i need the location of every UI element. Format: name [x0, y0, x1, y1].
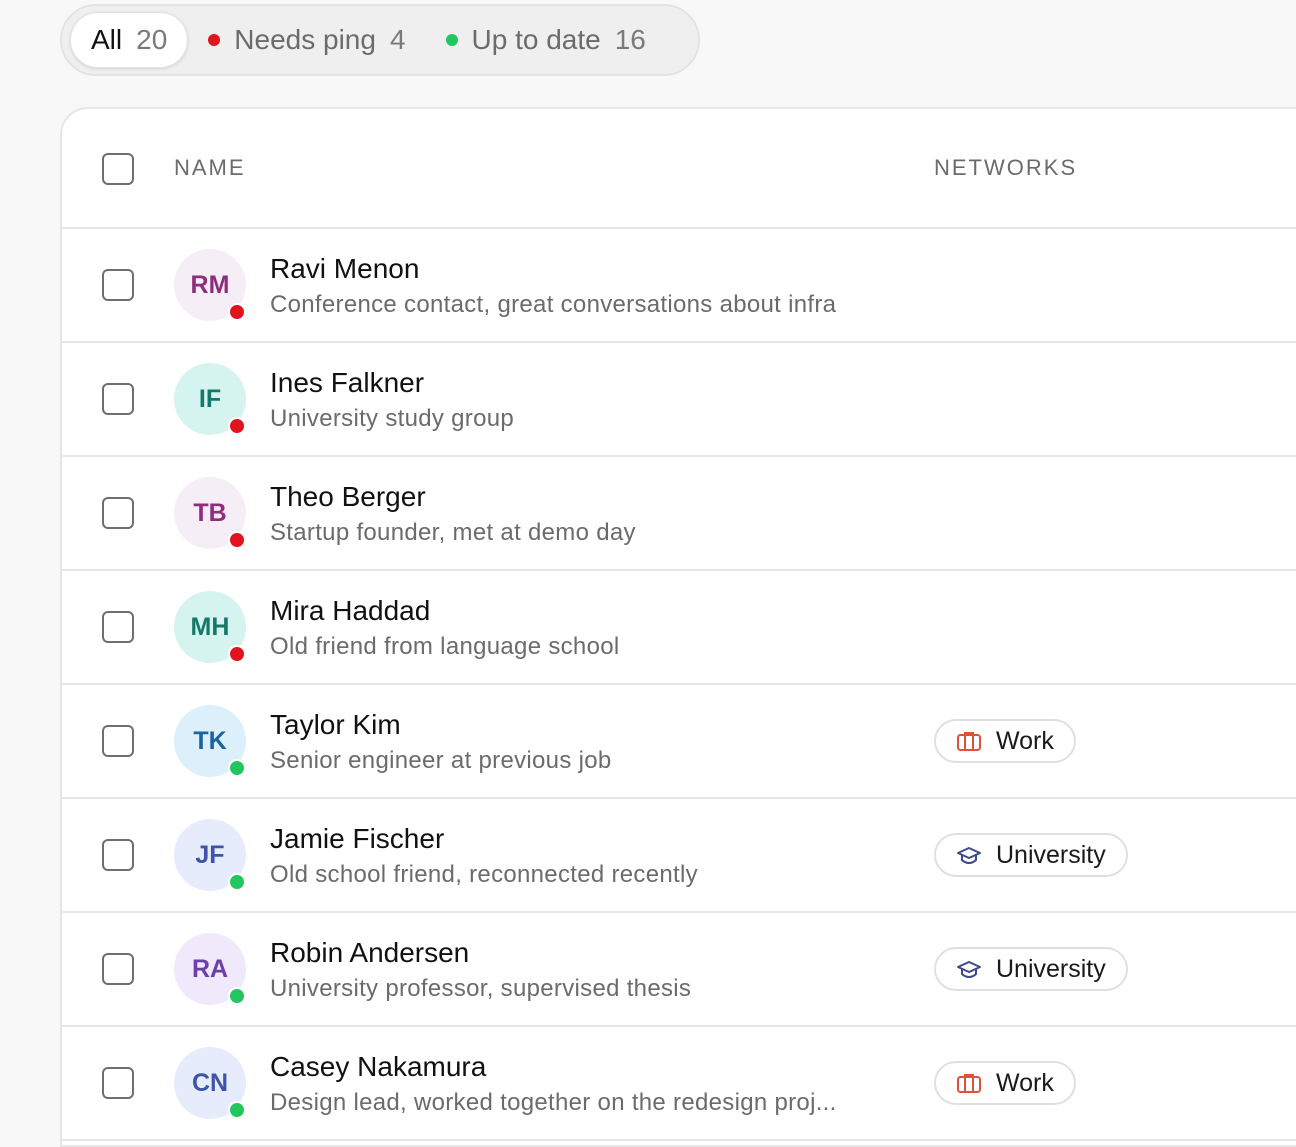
tab-up-to-date[interactable]: Up to date 16 [426, 12, 666, 68]
contact-note: Conference contact, great conversations … [270, 291, 837, 318]
briefcase-icon [956, 730, 996, 752]
table-body: RM Ravi Menon Conference contact, great … [62, 229, 1296, 1141]
contact-name[interactable]: Mira Haddad [270, 595, 430, 627]
row-checkbox[interactable] [102, 839, 134, 871]
contact-note: Old friend from language school [270, 633, 620, 660]
contact-note: Old school friend, reconnected recently [270, 861, 698, 888]
network-label: University [996, 840, 1106, 869]
row-checkbox[interactable] [102, 497, 134, 529]
status-dot-icon [228, 531, 246, 549]
briefcase-icon [956, 1072, 996, 1094]
row-checkbox[interactable] [102, 953, 134, 985]
contact-note: Senior engineer at previous job [270, 747, 612, 774]
avatar-initials: TK [193, 726, 227, 755]
row-checkbox[interactable] [102, 611, 134, 643]
table-row[interactable]: IF Ines Falkner University study group [62, 343, 1296, 457]
network-label: Work [996, 1068, 1054, 1097]
network-badge[interactable]: Work [934, 719, 1076, 763]
column-header-name[interactable]: NAME [174, 155, 246, 181]
table-row[interactable]: RA Robin Andersen University professor, … [62, 913, 1296, 1027]
contact-note: University professor, supervised thesis [270, 975, 692, 1002]
table-row[interactable]: MH Mira Haddad Old friend from language … [62, 571, 1296, 685]
table-row[interactable]: TB Theo Berger Startup founder, met at d… [62, 457, 1296, 571]
contact-name[interactable]: Theo Berger [270, 481, 426, 513]
contact-name[interactable]: Taylor Kim [270, 709, 401, 741]
contact-note: Design lead, worked together on the rede… [270, 1089, 837, 1116]
network-badge[interactable]: University [934, 833, 1128, 877]
network-badge[interactable]: University [934, 947, 1128, 991]
avatar-initials: RA [191, 954, 229, 983]
graduation-cap-icon [956, 958, 996, 980]
avatar-initials: JF [195, 840, 225, 869]
table-row[interactable]: TK Taylor Kim Senior engineer at previou… [62, 685, 1296, 799]
column-header-networks[interactable]: NETWORKS [934, 155, 1077, 181]
network-label: Work [996, 726, 1054, 755]
status-dot-icon [228, 873, 246, 891]
status-dot-icon [228, 417, 246, 435]
contacts-table: NAME NETWORKS RM Ravi Menon Conference c… [60, 107, 1296, 1147]
graduation-cap-icon [956, 844, 996, 866]
tab-up-to-date-label: Up to date [471, 24, 601, 55]
contact-name[interactable]: Ravi Menon [270, 253, 419, 285]
tab-up-to-date-count: 16 [614, 24, 646, 55]
contact-name[interactable]: Jamie Fischer [270, 823, 444, 855]
tab-needs-ping-label: Needs ping [234, 24, 376, 55]
network-label: University [996, 954, 1106, 983]
avatar-initials: TB [193, 498, 227, 527]
row-checkbox[interactable] [102, 1067, 134, 1099]
up-to-date-dot-icon [445, 34, 458, 46]
table-header: NAME NETWORKS [62, 109, 1296, 229]
contact-name[interactable]: Casey Nakamura [270, 1051, 486, 1083]
row-checkbox[interactable] [102, 269, 134, 301]
avatar-initials: RM [190, 270, 230, 299]
status-dot-icon [228, 303, 246, 321]
needs-ping-dot-icon [208, 34, 221, 46]
filter-tabs: All 20 Needs ping 4 Up to date 16 [60, 4, 700, 76]
select-all-checkbox[interactable] [102, 153, 134, 185]
tab-all-label: All [91, 24, 123, 55]
contact-note: University study group [270, 405, 515, 432]
table-row[interactable]: JF Jamie Fischer Old school friend, reco… [62, 799, 1296, 913]
status-dot-icon [228, 759, 246, 777]
status-dot-icon [228, 1101, 246, 1119]
network-badge[interactable]: Work [934, 1061, 1076, 1105]
contact-note: Startup founder, met at demo day [270, 519, 636, 546]
avatar-initials: CN [191, 1068, 229, 1097]
table-row[interactable]: RM Ravi Menon Conference contact, great … [62, 229, 1296, 343]
table-row[interactable]: CN Casey Nakamura Design lead, worked to… [62, 1027, 1296, 1141]
status-dot-icon [228, 987, 246, 1005]
avatar-initials: MH [190, 612, 230, 641]
contact-name[interactable]: Robin Andersen [270, 937, 469, 969]
row-checkbox[interactable] [102, 725, 134, 757]
tab-needs-ping[interactable]: Needs ping 4 [188, 12, 425, 68]
avatar-initials: IF [198, 384, 222, 413]
tab-all-count: 20 [136, 24, 168, 55]
contact-name[interactable]: Ines Falkner [270, 367, 424, 399]
tab-all[interactable]: All 20 [70, 12, 189, 68]
row-checkbox[interactable] [102, 383, 134, 415]
tab-needs-ping-count: 4 [389, 24, 406, 55]
status-dot-icon [228, 645, 246, 663]
